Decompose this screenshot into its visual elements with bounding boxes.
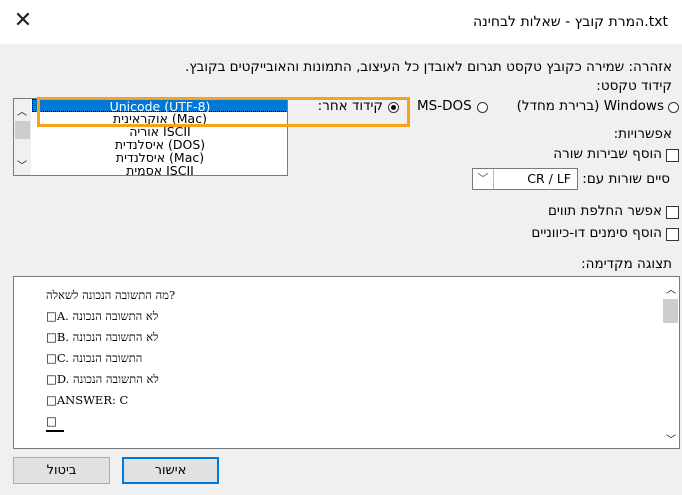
preview-text: ?מה התשובה הנכונה לשאלה □A. לא התשובה הנ… <box>46 285 175 432</box>
end-lines-label: סיים שורות עם: <box>582 171 670 187</box>
chevron-down-icon[interactable]: ﹀ <box>666 431 676 446</box>
chevron-down-icon[interactable]: ﹀ <box>473 169 494 189</box>
warning-text: אזהרה: שמירה כקובץ טקסט תגרום לאובדן כל … <box>184 59 672 75</box>
preview-line: □ANSWER: C <box>46 393 129 407</box>
ok-button[interactable]: אישור <box>122 457 219 484</box>
cancel-button[interactable]: ביטול <box>13 457 110 484</box>
preview-scrollbar[interactable]: ︿ ﹀ <box>662 277 679 448</box>
options-label: אפשרויות: <box>613 126 672 142</box>
title-bar: המרת קובץ - שאלות לבחינה.txt ✕ <box>0 0 682 44</box>
preview-line: □C. התשובה הנכונה <box>46 351 143 365</box>
listbox-scrollbar[interactable]: ︿ ﹀ <box>14 99 31 175</box>
close-icon[interactable]: ✕ <box>10 8 36 34</box>
end-lines-select[interactable]: ﹀ CR / LF <box>472 168 578 190</box>
preview-line: □B. לא התשובה הנכונה <box>46 330 159 344</box>
end-lines-value: CR / LF <box>527 171 571 186</box>
bidi-marks-label: הוסף סימנים דו-כיווניים <box>531 225 662 241</box>
allow-substitution-label: אפשר החלפת תווים <box>547 203 662 219</box>
preview-line: □A. לא התשובה הנכונה <box>46 309 159 323</box>
radio-windows-label: Windows (ברירת מחדל) <box>516 98 664 114</box>
preview-label: תצוגה מקדימה: <box>581 256 672 272</box>
preview-box[interactable]: ?מה התשובה הנכונה לשאלה □A. לא התשובה הנ… <box>13 276 680 449</box>
window-title: המרת קובץ - שאלות לבחינה.txt <box>472 14 668 30</box>
encoding-label: קידוד טקסט: <box>596 78 672 94</box>
text-cursor <box>46 430 64 432</box>
allow-substitution-checkbox[interactable] <box>666 206 679 219</box>
radio-msdos[interactable] <box>477 102 488 113</box>
highlight-box <box>37 97 410 127</box>
list-item[interactable]: אסמית ISCII <box>32 164 287 175</box>
preview-scroll-thumb[interactable] <box>663 299 678 323</box>
insert-line-breaks-checkbox[interactable] <box>666 149 679 162</box>
bidi-marks-checkbox[interactable] <box>666 228 679 241</box>
chevron-up-icon[interactable]: ︿ <box>666 281 676 296</box>
radio-msdos-label: MS-DOS <box>417 98 472 114</box>
preview-line: ?מה התשובה הנכונה לשאלה <box>46 288 176 302</box>
chevron-up-icon[interactable]: ︿ <box>17 103 27 118</box>
chevron-down-icon[interactable]: ﹀ <box>17 157 27 172</box>
preview-line: □ <box>46 414 57 428</box>
radio-windows[interactable] <box>668 102 679 113</box>
listbox-scroll-thumb[interactable] <box>15 121 30 139</box>
preview-line: □D. לא התשובה הנכונה <box>46 372 159 386</box>
insert-line-breaks-label: הוסף שבירות שורה <box>553 146 662 162</box>
